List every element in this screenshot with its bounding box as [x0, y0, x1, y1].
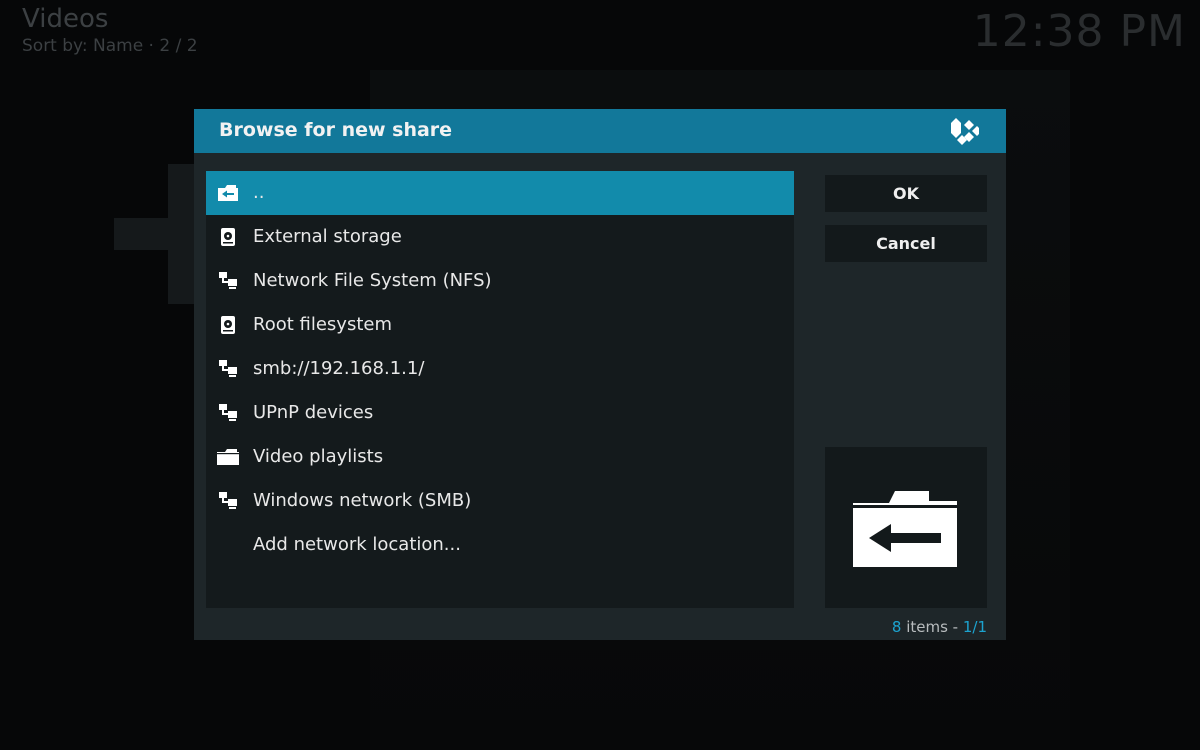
list-item-label: External storage: [253, 226, 402, 247]
clock: 12:38 PM: [972, 6, 1186, 57]
sort-info: Sort by: Name · 2 / 2: [22, 36, 198, 56]
network-icon: [219, 492, 237, 509]
background-menu-bar: [114, 218, 204, 250]
browse-share-dialog: Browse for new share .. External storage…: [194, 109, 1006, 640]
folder-back-icon: [218, 185, 238, 201]
list-item-root-filesystem[interactable]: Root filesystem: [206, 303, 794, 347]
source-list[interactable]: .. External storage Network File System …: [206, 171, 794, 608]
list-item-label: smb://192.168.1.1/: [253, 358, 425, 379]
list-item-smb-address[interactable]: smb://192.168.1.1/: [206, 347, 794, 391]
list-item-label: Windows network (SMB): [253, 490, 472, 511]
list-item-label: Network File System (NFS): [253, 270, 492, 291]
network-icon: [219, 272, 237, 289]
dialog-header: Browse for new share: [194, 109, 1006, 153]
list-item-label: Video playlists: [253, 446, 384, 467]
list-item-label: ..: [253, 182, 265, 203]
list-item-windows-network[interactable]: Windows network (SMB): [206, 479, 794, 523]
item-count: 8 items - 1/1: [892, 618, 987, 636]
item-count-number: 8: [891, 618, 902, 636]
list-item-video-playlists[interactable]: Video playlists: [206, 435, 794, 479]
folder-icon: [217, 449, 239, 465]
list-item-label: UPnP devices: [253, 402, 374, 423]
dialog-title: Browse for new share: [219, 119, 453, 141]
item-count-text: items -: [901, 618, 963, 636]
hard-disk-icon: [221, 316, 235, 334]
preview-thumbnail: [825, 447, 987, 608]
list-item-nfs[interactable]: Network File System (NFS): [206, 259, 794, 303]
list-item-parent[interactable]: ..: [206, 171, 794, 215]
window-title: Videos: [22, 4, 109, 34]
network-icon: [219, 404, 237, 421]
ok-button[interactable]: OK: [825, 175, 987, 212]
kodi-logo-icon: [951, 118, 979, 145]
folder-back-icon: [853, 491, 957, 567]
list-item-add-network-location[interactable]: Add network location...: [206, 523, 794, 567]
page-indicator: 1/1: [962, 618, 987, 636]
list-item-label: Add network location...: [253, 534, 461, 555]
list-item-label: Root filesystem: [253, 314, 392, 335]
list-item-upnp[interactable]: UPnP devices: [206, 391, 794, 435]
hard-disk-icon: [221, 228, 235, 246]
list-item-external-storage[interactable]: External storage: [206, 215, 794, 259]
network-icon: [219, 360, 237, 377]
cancel-button[interactable]: Cancel: [825, 225, 987, 262]
